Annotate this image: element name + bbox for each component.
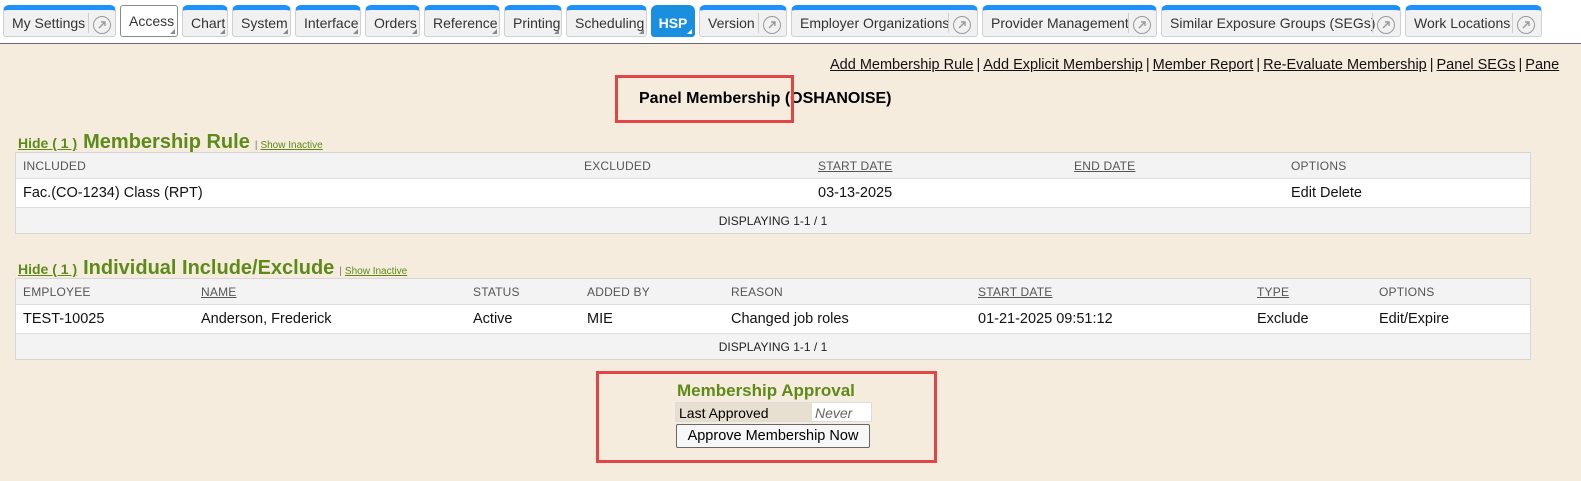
tab-label: Interface (304, 15, 359, 31)
col-name[interactable]: NAME (201, 285, 236, 299)
cell-included: Fac.(CO-1234) Class (RPT) (23, 185, 203, 201)
external-link-icon[interactable] (1133, 16, 1151, 34)
tab-provider-management[interactable]: Provider Management (982, 5, 1157, 37)
col-options: OPTIONS (1379, 285, 1435, 299)
col-reason: REASON (731, 285, 783, 299)
col-type[interactable]: TYPE (1257, 285, 1289, 299)
show-inactive-link[interactable]: Show Inactive (345, 266, 407, 277)
tab-hsp[interactable]: HSP (651, 5, 695, 37)
col-start-date[interactable]: START DATE (818, 159, 892, 173)
tab-label: Version (708, 15, 755, 31)
cell-name: Anderson, Frederick (201, 311, 332, 327)
tab-label: Access (129, 13, 175, 29)
table-header: INCLUDED EXCLUDED START DATE END DATE OP… (16, 153, 1530, 179)
col-end-date[interactable]: END DATE (1074, 159, 1135, 173)
section-title: Individual Include/Exclude (83, 257, 335, 279)
col-excluded: EXCLUDED (584, 159, 651, 173)
panel-link-truncated[interactable]: Pane (1525, 57, 1559, 73)
membership-rule-header: Hide ( 1 ) Membership Rule | Show Inacti… (18, 131, 323, 153)
add-explicit-membership-link[interactable]: Add Explicit Membership (983, 57, 1143, 73)
tab-work-locations[interactable]: Work Locations (1405, 5, 1542, 37)
cell-reason: Changed job roles (731, 311, 849, 327)
col-employee: EMPLOYEE (23, 285, 91, 299)
title-highlight-box (615, 75, 794, 123)
re-evaluate-membership-link[interactable]: Re-Evaluate Membership (1263, 57, 1427, 73)
membership-rule-table: INCLUDED EXCLUDED START DATE END DATE OP… (15, 152, 1531, 234)
external-link-icon[interactable] (953, 16, 971, 34)
col-included: INCLUDED (23, 159, 86, 173)
table-row: TEST-10025 Anderson, Frederick Active MI… (16, 305, 1530, 334)
tab-system[interactable]: System (232, 5, 291, 37)
tab-label: Employer Organizations (800, 15, 950, 31)
top-tab-bar: My Settings Access Chart System Interfac… (0, 0, 1581, 44)
action-links: Add Membership Rule | Add Explicit Members… (830, 57, 1560, 73)
hide-individual-link[interactable]: Hide ( 1 ) (18, 261, 77, 277)
panel-segs-link[interactable]: Panel SEGs (1437, 57, 1516, 73)
tab-access[interactable]: Access (120, 5, 178, 37)
edit-expire-link[interactable]: Edit/Expire (1379, 311, 1449, 327)
hide-membership-rule-link[interactable]: Hide ( 1 ) (18, 135, 77, 151)
tab-label: Scheduling (575, 15, 645, 31)
external-link-icon[interactable] (1377, 16, 1395, 34)
tab-version[interactable]: Version (699, 5, 787, 37)
individual-table: EMPLOYEE NAME STATUS ADDED BY REASON STA… (15, 278, 1531, 360)
tab-similar-exposure-groups[interactable]: Similar Exposure Groups (SEGs) (1161, 5, 1401, 37)
tab-chart[interactable]: Chart (182, 5, 228, 37)
member-report-link[interactable]: Member Report (1153, 57, 1254, 73)
tab-label: Reference (433, 15, 498, 31)
approval-highlight-box (596, 371, 937, 463)
tab-employer-organizations[interactable]: Employer Organizations (791, 5, 978, 37)
tab-label: Provider Management (991, 15, 1129, 31)
tab-label: System (241, 15, 288, 31)
col-start-date[interactable]: START DATE (978, 285, 1052, 299)
show-inactive-link[interactable]: Show Inactive (260, 140, 322, 151)
table-footer: DISPLAYING 1-1 / 1 (16, 334, 1530, 359)
cell-type: Exclude (1257, 311, 1309, 327)
add-membership-rule-link[interactable]: Add Membership Rule (830, 57, 973, 73)
tab-label: HSP (658, 15, 688, 31)
tab-interface[interactable]: Interface (295, 5, 361, 37)
tab-scheduling[interactable]: Scheduling (566, 5, 647, 37)
tab-label: My Settings (12, 15, 86, 31)
individual-include-exclude-header: Hide ( 1 ) Individual Include/Exclude | … (18, 257, 408, 279)
cell-status: Active (473, 311, 513, 327)
cell-options: Edit Delete (1291, 185, 1362, 201)
table-header: EMPLOYEE NAME STATUS ADDED BY REASON STA… (16, 279, 1530, 305)
col-status: STATUS (473, 285, 520, 299)
tab-printing[interactable]: Printing (504, 5, 562, 37)
edit-link[interactable]: Edit (1291, 185, 1316, 201)
table-row: Fac.(CO-1234) Class (RPT) 03-13-2025 Edi… (16, 179, 1530, 208)
external-link-icon[interactable] (93, 16, 111, 34)
external-link-icon[interactable] (1517, 16, 1535, 34)
tab-reference[interactable]: Reference (424, 5, 500, 37)
external-link-icon[interactable] (763, 16, 781, 34)
cell-employee: TEST-10025 (23, 311, 105, 327)
tab-label: Similar Exposure Groups (SEGs) (1170, 15, 1376, 31)
col-added-by: ADDED BY (587, 285, 650, 299)
tab-my-settings[interactable]: My Settings (3, 5, 116, 37)
cell-added-by: MIE (587, 311, 613, 327)
tab-label: Orders (374, 15, 417, 31)
cell-start-date: 03-13-2025 (818, 185, 893, 201)
tab-orders[interactable]: Orders (365, 5, 420, 37)
section-title: Membership Rule (83, 131, 250, 153)
delete-link[interactable]: Delete (1320, 185, 1362, 201)
col-options: OPTIONS (1291, 159, 1347, 173)
table-footer: DISPLAYING 1-1 / 1 (16, 208, 1530, 233)
cell-start-date: 01-21-2025 09:51:12 (978, 311, 1113, 327)
tab-label: Work Locations (1414, 15, 1511, 31)
